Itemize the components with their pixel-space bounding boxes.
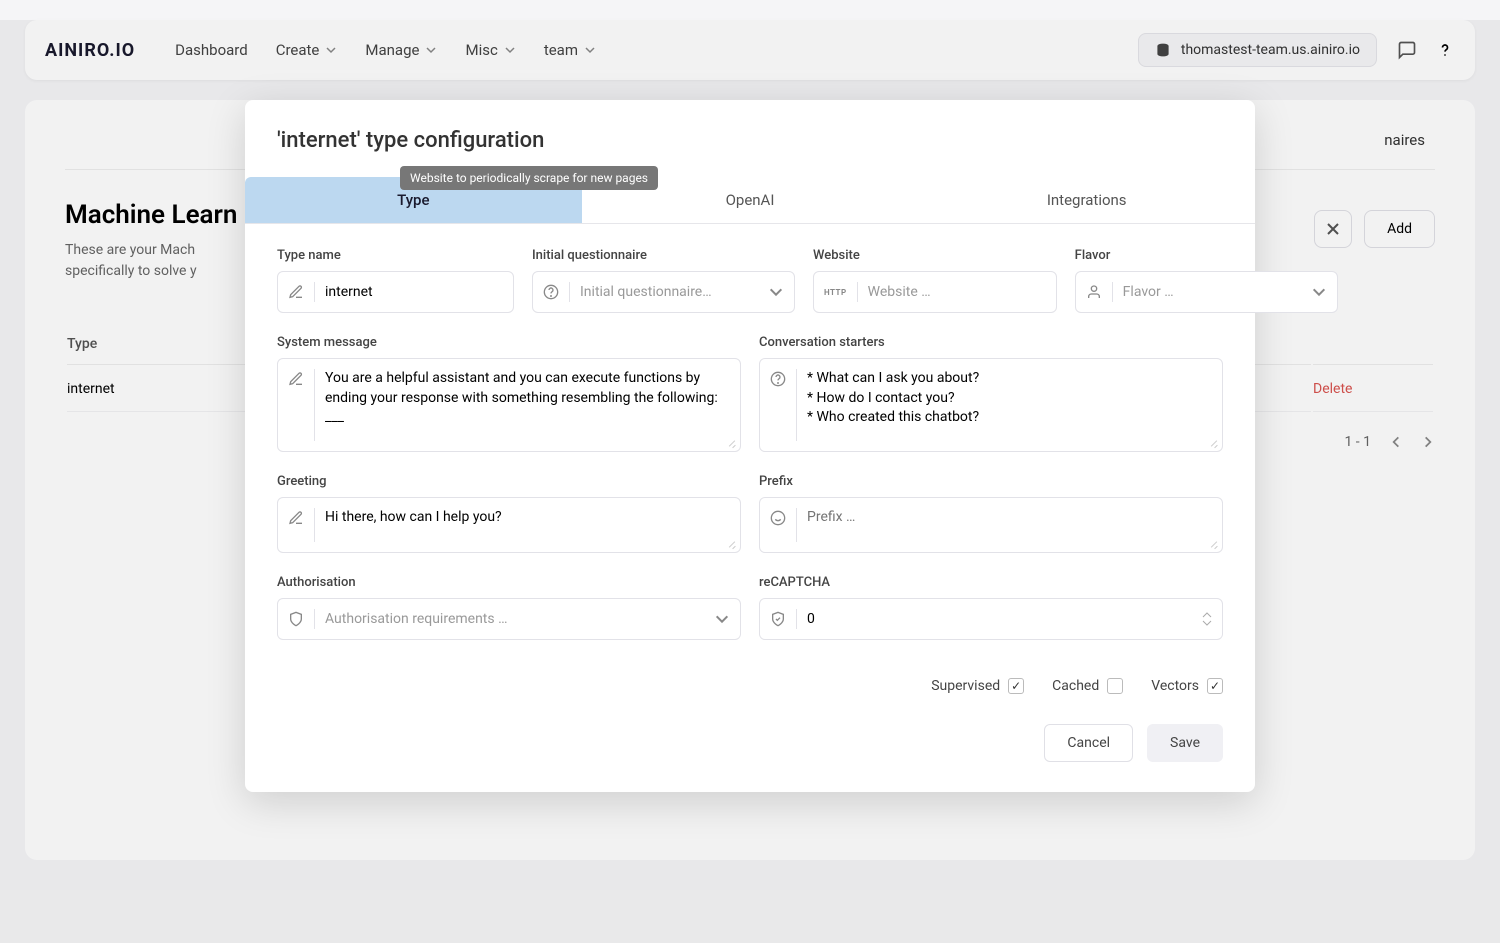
authorisation-wrap[interactable] — [277, 598, 741, 640]
edit-icon — [288, 284, 304, 300]
shield-icon — [288, 611, 304, 627]
form-row-2: System message Conversation starters — [277, 335, 1223, 452]
resize-handle[interactable] — [1208, 437, 1218, 447]
shield-check-icon — [770, 611, 786, 627]
input-type-name-wrap[interactable] — [277, 271, 514, 313]
field-greeting: Greeting — [277, 474, 741, 553]
tab-integrations[interactable]: Integrations — [918, 177, 1255, 223]
form-row-1: Type name Initial questionnaire — [277, 248, 1223, 313]
initial-questionnaire-input[interactable] — [580, 284, 758, 300]
prefix-wrap[interactable] — [759, 497, 1223, 553]
help-circle-icon — [543, 284, 559, 300]
cancel-button[interactable]: Cancel — [1044, 724, 1133, 762]
chevron-down-icon — [768, 284, 784, 300]
checkbox-vectors[interactable]: Vectors — [1151, 678, 1223, 694]
conversation-starters-wrap[interactable] — [759, 358, 1223, 452]
user-icon — [1086, 284, 1102, 300]
resize-handle[interactable] — [726, 538, 736, 548]
flavor-input[interactable] — [1123, 284, 1301, 300]
greeting-textarea[interactable] — [325, 508, 730, 542]
edit-icon — [288, 371, 304, 387]
number-stepper[interactable] — [1202, 611, 1212, 627]
label-greeting: Greeting — [277, 474, 741, 489]
config-modal: 'internet' type configuration Type OpenA… — [245, 100, 1255, 792]
field-type-name: Type name — [277, 248, 514, 313]
recaptcha-wrap[interactable] — [759, 598, 1223, 640]
spinner-up-icon — [1202, 611, 1212, 619]
form-row-4: Authorisation reCAPTCHA — [277, 575, 1223, 640]
field-conversation-starters: Conversation starters — [759, 335, 1223, 452]
greeting-wrap[interactable] — [277, 497, 741, 553]
vectors-checkbox[interactable] — [1207, 678, 1223, 694]
system-message-wrap[interactable] — [277, 358, 741, 452]
chevron-down-icon — [1311, 284, 1327, 300]
edit-icon — [288, 510, 304, 526]
conversation-starters-textarea[interactable] — [807, 369, 1212, 441]
prefix-textarea[interactable] — [807, 508, 1212, 542]
label-type-name: Type name — [277, 248, 514, 263]
label-website: Website — [813, 248, 1057, 263]
vectors-label: Vectors — [1151, 678, 1199, 694]
input-flavor-wrap[interactable] — [1075, 271, 1338, 313]
save-button[interactable]: Save — [1147, 724, 1223, 762]
modal-actions: Cancel Save — [245, 704, 1255, 762]
supervised-checkbox[interactable] — [1008, 678, 1024, 694]
label-conversation-starters: Conversation starters — [759, 335, 1223, 350]
cached-label: Cached — [1052, 678, 1099, 694]
system-message-textarea[interactable] — [325, 369, 730, 441]
field-system-message: System message — [277, 335, 741, 452]
input-initial-q-wrap[interactable] — [532, 271, 795, 313]
label-authorisation: Authorisation — [277, 575, 741, 590]
checkbox-cached[interactable]: Cached — [1052, 678, 1123, 694]
label-recaptcha: reCAPTCHA — [759, 575, 1223, 590]
input-website-wrap[interactable]: HTTP — [813, 271, 1057, 313]
help-circle-icon — [770, 371, 786, 387]
supervised-label: Supervised — [931, 678, 1000, 694]
resize-handle[interactable] — [726, 437, 736, 447]
resize-handle[interactable] — [1208, 538, 1218, 548]
label-initial-questionnaire: Initial questionnaire — [532, 248, 795, 263]
chevron-down-icon — [714, 611, 730, 627]
type-name-input[interactable] — [325, 284, 503, 300]
modal-tabs: Type OpenAI Integrations — [245, 177, 1255, 224]
spinner-down-icon — [1202, 619, 1212, 627]
field-recaptcha: reCAPTCHA — [759, 575, 1223, 640]
field-authorisation: Authorisation — [277, 575, 741, 640]
label-prefix: Prefix — [759, 474, 1223, 489]
modal-backdrop: 'internet' type configuration Type OpenA… — [0, 20, 1500, 943]
http-icon: HTTP — [824, 288, 847, 297]
modal-title: 'internet' type configuration — [245, 100, 1255, 177]
website-input[interactable] — [868, 284, 1046, 300]
checkbox-row: Supervised Cached Vectors — [245, 672, 1255, 704]
authorisation-input[interactable] — [325, 611, 704, 627]
form-row-3: Greeting Prefix — [277, 474, 1223, 553]
smile-icon — [770, 510, 786, 526]
cached-checkbox[interactable] — [1107, 678, 1123, 694]
tab-type[interactable]: Type — [245, 177, 582, 223]
field-prefix: Prefix — [759, 474, 1223, 553]
field-website: Website HTTP — [813, 248, 1057, 313]
label-system-message: System message — [277, 335, 741, 350]
recaptcha-input[interactable] — [807, 611, 1192, 627]
checkbox-supervised[interactable]: Supervised — [931, 678, 1024, 694]
field-flavor: Flavor — [1075, 248, 1338, 313]
field-initial-questionnaire: Initial questionnaire — [532, 248, 795, 313]
label-flavor: Flavor — [1075, 248, 1338, 263]
tab-openai[interactable]: OpenAI — [582, 177, 919, 223]
modal-body: Type name Initial questionnaire — [245, 224, 1255, 672]
